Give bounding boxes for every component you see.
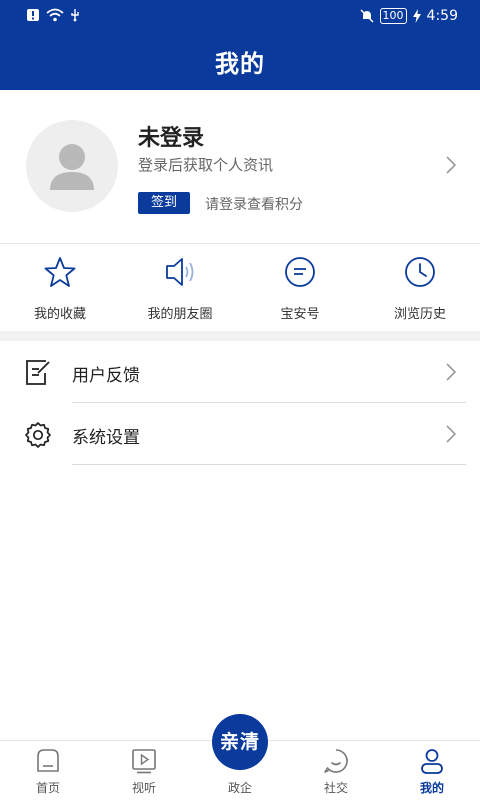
quick-label: 浏览历史 <box>393 307 446 322</box>
video-icon <box>132 749 156 774</box>
section-divider <box>0 331 480 341</box>
tab-label: 政企 <box>227 781 252 795</box>
row-divider <box>72 464 466 465</box>
speaker-icon <box>166 258 194 286</box>
tab-label: 我的 <box>419 781 444 795</box>
tab-video[interactable]: 视听 <box>96 741 192 800</box>
clock-time: 4:59 <box>426 8 458 24</box>
quick-actions: 我的收藏 我的朋友圈 宝安号 浏览历史 <box>0 245 480 331</box>
profile-card[interactable]: 未登录 登录后获取个人资讯 签到 请登录查看积分 <box>0 90 480 244</box>
page-title: 我的 <box>215 50 265 78</box>
gear-icon <box>25 422 51 448</box>
quick-baoan-account[interactable]: 宝安号 <box>240 245 360 331</box>
tab-label: 视听 <box>131 781 156 795</box>
mute-icon <box>360 9 374 23</box>
signin-button[interactable]: 签到 <box>138 192 190 214</box>
tab-label: 社交 <box>323 781 348 795</box>
tab-mine[interactable]: 我的 <box>384 741 480 800</box>
tab-home[interactable]: 首页 <box>0 741 96 800</box>
charging-icon <box>412 9 421 23</box>
menu-item-settings[interactable]: 系统设置 <box>0 403 480 465</box>
status-bar: 100 4:59 <box>0 0 480 34</box>
chevron-right-icon <box>446 363 456 381</box>
avatar[interactable] <box>26 120 118 212</box>
wifi-icon <box>46 8 64 22</box>
points-hint: 请登录查看积分 <box>205 197 303 213</box>
quick-favorites[interactable]: 我的收藏 <box>0 245 120 331</box>
user-icon <box>421 749 443 774</box>
battery-level: 100 <box>379 8 407 24</box>
star-icon <box>44 257 76 287</box>
chevron-right-icon <box>446 425 456 443</box>
feedback-icon <box>26 360 50 385</box>
menu-item-feedback[interactable]: 用户反馈 <box>0 341 480 403</box>
clock-icon <box>405 257 435 287</box>
chevron-right-icon <box>446 156 456 174</box>
tab-label: 首页 <box>35 781 60 795</box>
usb-icon <box>71 9 79 22</box>
quick-label: 我的收藏 <box>33 307 86 322</box>
tab-social[interactable]: 社交 <box>288 741 384 800</box>
quick-history[interactable]: 浏览历史 <box>360 245 480 331</box>
menu-label: 用户反馈 <box>72 366 140 386</box>
home-icon <box>37 749 59 772</box>
user-name: 未登录 <box>138 126 205 151</box>
social-icon <box>324 749 348 773</box>
quick-label: 宝安号 <box>280 307 320 322</box>
quick-label: 我的朋友圈 <box>147 307 213 322</box>
center-logo-button[interactable]: 亲清 <box>212 714 268 770</box>
quick-moments[interactable]: 我的朋友圈 <box>120 245 240 331</box>
chat-icon <box>285 257 315 287</box>
app-header: 100 4:59 我的 <box>0 0 480 90</box>
status-right: 100 4:59 <box>360 8 458 24</box>
default-avatar-icon <box>50 144 94 190</box>
menu-label: 系统设置 <box>72 428 140 448</box>
notification-icon <box>27 9 39 21</box>
login-hint: 登录后获取个人资讯 <box>138 156 274 174</box>
status-left <box>26 8 80 22</box>
